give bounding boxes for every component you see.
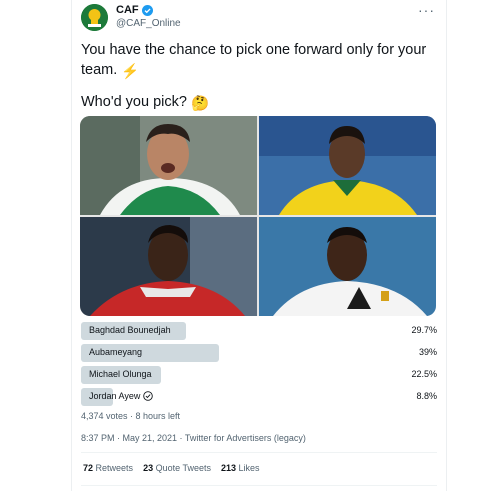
retweets-stat[interactable]: 72 Retweets xyxy=(83,463,133,473)
more-options-icon[interactable]: ··· xyxy=(418,3,435,17)
divider xyxy=(81,485,437,486)
player-photo-olunga[interactable] xyxy=(80,217,257,316)
poll-option: Jordan Ayew 8.8% xyxy=(81,386,437,408)
poll-option-label: Aubameyang xyxy=(89,347,143,357)
poll-option-percent: 8.8% xyxy=(416,391,437,401)
avatar[interactable] xyxy=(81,4,108,31)
likes-stat[interactable]: 213 Likes xyxy=(221,463,260,473)
poll-option-percent: 22.5% xyxy=(411,369,437,379)
thinking-face-emoji-icon: 🤔 xyxy=(190,96,210,112)
poll-option: Baghdad Bounedjah 29.7% xyxy=(81,320,437,342)
caf-logo-icon xyxy=(81,4,108,31)
engagement-stats: 72 Retweets 23 Quote Tweets 213 Likes xyxy=(83,463,260,473)
likes-label: Likes xyxy=(238,463,260,473)
player-photo-ayew[interactable] xyxy=(259,217,436,316)
poll-option: Michael Olunga 22.5% xyxy=(81,364,437,386)
poll-option-percent: 39% xyxy=(418,347,437,357)
poll-option: Aubameyang 39% xyxy=(81,342,437,364)
voted-check-icon xyxy=(143,391,154,401)
divider xyxy=(81,452,437,453)
retweets-count: 72 xyxy=(83,463,94,473)
display-name-row: CAF xyxy=(116,3,181,17)
poll-option-label: Michael Olunga xyxy=(89,369,152,379)
poll-option-percent: 29.7% xyxy=(411,325,437,335)
likes-count: 213 xyxy=(220,463,236,473)
player-photo-aubameyang[interactable] xyxy=(259,116,436,215)
handle[interactable]: @CAF_Online xyxy=(116,18,181,29)
tweet-text: You have the chance to pick one forward … xyxy=(81,40,431,114)
poll-option-label: Jordan Ayew xyxy=(89,391,141,401)
retweets-label: Retweets xyxy=(95,463,134,473)
quote-tweets-stat[interactable]: 23 Quote Tweets xyxy=(143,463,211,473)
poll-option-label-row: Jordan Ayew xyxy=(89,391,154,401)
tweet-header: CAF @CAF_Online ··· xyxy=(79,3,441,33)
tweet-text-line2: Who'd you pick? xyxy=(81,94,187,110)
poll-votes-and-time-left: 4,374 votes · 8 hours left xyxy=(81,411,181,421)
poll-option-label: Baghdad Bounedjah xyxy=(89,325,171,335)
quote-tweets-count: 23 xyxy=(143,463,154,473)
lightning-emoji-icon: ⚡ xyxy=(121,64,140,80)
verified-badge-icon xyxy=(141,4,153,16)
player-photo-bounedjah[interactable] xyxy=(80,116,257,215)
quote-tweets-label: Quote Tweets xyxy=(155,463,211,473)
tweet-timestamp[interactable]: 8:37 PM · May 21, 2021 · Twitter for Adv… xyxy=(81,433,306,443)
media-grid[interactable] xyxy=(80,116,436,316)
display-name[interactable]: CAF xyxy=(116,4,139,16)
poll: Baghdad Bounedjah 29.7% Aubameyang 39% M… xyxy=(81,320,437,408)
